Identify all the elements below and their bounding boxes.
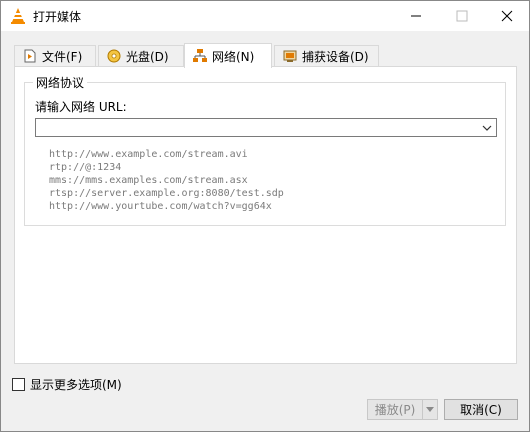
example-url: http://www.example.com/stream.avi (49, 149, 248, 160)
cancel-button[interactable]: 取消(C) (444, 399, 518, 420)
tab-disc-label: 光盘(D) (126, 49, 169, 64)
example-url: http://www.yourtube.com/watch?v=gg64x (49, 201, 272, 212)
url-input[interactable] (39, 120, 473, 137)
tab-disc[interactable]: 光盘(D) (98, 45, 184, 66)
tab-file-label: 文件(F) (42, 49, 83, 64)
example-url: rtsp://server.example.org:8080/test.sdp (49, 188, 284, 199)
network-protocol-group: 网络协议 请输入网络 URL: http://www.example.com/s… (24, 74, 506, 226)
more-options-label: 显示更多选项(M) (30, 378, 122, 392)
tab-bar: 文件(F) 光盘(D) 网络(N) 捕获设备(D) (14, 43, 518, 68)
show-more-options[interactable]: 显示更多选项(M) (12, 376, 122, 393)
file-play-icon (24, 49, 36, 63)
disc-icon (107, 49, 121, 63)
chevron-down-icon[interactable] (480, 121, 494, 135)
window-title: 打开媒体 (33, 10, 82, 24)
title-bar[interactable]: 打开媒体 (1, 1, 529, 31)
example-url: rtp://@:1234 (49, 162, 122, 173)
url-examples: http://www.example.com/stream.avi rtp://… (49, 148, 284, 213)
network-tab-panel: 网络协议 请输入网络 URL: http://www.example.com/s… (14, 66, 517, 364)
tab-network[interactable]: 网络(N) (184, 43, 272, 68)
capture-device-icon (283, 50, 297, 62)
tab-file[interactable]: 文件(F) (14, 45, 96, 66)
play-split-button[interactable]: 播放(P) (367, 399, 438, 420)
dropdown-arrow-icon (426, 406, 434, 412)
close-icon[interactable] (484, 1, 530, 31)
network-icon (193, 49, 207, 62)
minimize-icon[interactable] (393, 1, 439, 31)
tab-network-label: 网络(N) (212, 49, 255, 64)
group-title: 网络协议 (33, 74, 88, 91)
vlc-cone-icon (11, 8, 25, 24)
play-dropdown-button[interactable] (423, 400, 437, 419)
url-combobox[interactable] (35, 118, 497, 137)
tab-capture-device[interactable]: 捕获设备(D) (274, 45, 379, 66)
play-button[interactable]: 播放(P) (368, 400, 423, 419)
example-url: mms://mms.examples.com/stream.asx (49, 175, 248, 186)
open-media-dialog: 打开媒体 文件(F) 光盘(D) 网络(N) 捕获设备(D) 网络协议 请输入网… (0, 0, 530, 432)
maximize-icon[interactable] (439, 1, 485, 31)
tab-capture-device-label: 捕获设备(D) (302, 49, 369, 64)
more-options-checkbox[interactable] (12, 378, 25, 391)
url-label: 请输入网络 URL: (35, 100, 127, 114)
